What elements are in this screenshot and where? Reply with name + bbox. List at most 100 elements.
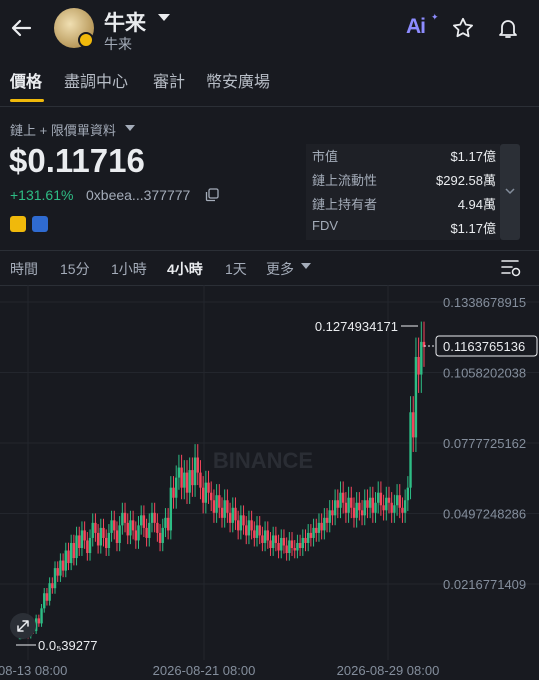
candle-body — [387, 497, 391, 503]
interval-15m[interactable]: 15分 — [60, 259, 90, 279]
candle-body — [207, 482, 210, 493]
chart-settings-icon[interactable] — [500, 258, 522, 278]
stats-panel: 市值 $1.17億 鏈上流動性 $292.58萬 鏈上持有者 4.94萬 FDV… — [306, 144, 500, 240]
candle-body — [371, 497, 375, 513]
candle-body — [96, 532, 100, 546]
candle-body — [412, 412, 415, 438]
interval-4h[interactable]: 4小時 — [167, 259, 203, 279]
candle-body — [266, 530, 269, 541]
candle-body — [355, 502, 358, 518]
title-dropdown-icon[interactable] — [158, 14, 170, 21]
candle-body — [43, 593, 46, 609]
candle-body — [331, 510, 334, 516]
candle-body — [188, 470, 191, 493]
candle-body — [409, 412, 412, 488]
stat-holders: 鏈上持有者 4.94萬 — [312, 194, 496, 216]
candle-body — [193, 457, 197, 486]
contract-address[interactable]: 0xbeea...377777 — [86, 187, 190, 203]
price-chart[interactable]: BINANCE 0.1338678915 0.1058202038 0.0777725… — [0, 285, 539, 680]
candle-body — [201, 487, 205, 503]
candle-body — [131, 520, 135, 531]
candle-body — [296, 542, 299, 551]
candle-body — [350, 497, 353, 508]
stat-liquidity: 鏈上流動性 $292.58萬 — [312, 170, 496, 192]
stats-expand-button[interactable] — [500, 144, 520, 240]
chevron-down-icon[interactable] — [125, 125, 135, 131]
candle-body — [417, 356, 420, 375]
candle-body — [67, 550, 70, 564]
candle-body — [140, 515, 143, 526]
chevron-down-icon[interactable] — [301, 263, 311, 269]
candle-body — [75, 535, 78, 559]
candle-body — [352, 507, 356, 518]
tab-price[interactable]: 價格 — [10, 68, 42, 92]
candle-body — [379, 492, 383, 506]
candle-body — [113, 520, 116, 531]
candle-body — [271, 535, 275, 548]
stat-label: 市值 — [312, 149, 339, 164]
candle-body — [45, 593, 49, 601]
interval-time[interactable]: 時間 — [10, 259, 38, 279]
candle-body — [104, 537, 108, 548]
candle-body — [191, 470, 194, 486]
interval-more[interactable]: 更多 — [266, 259, 294, 279]
candle-body — [134, 530, 138, 541]
stat-value: $292.58萬 — [436, 173, 496, 188]
tab-binance-square[interactable]: 幣安廣場 — [206, 68, 270, 92]
stat-market-cap: 市值 $1.17億 — [312, 146, 496, 168]
candle-body — [377, 492, 380, 503]
candle-body — [315, 527, 318, 533]
interval-1d[interactable]: 1天 — [225, 259, 247, 279]
binance-watermark: BINANCE — [213, 448, 313, 473]
candle-body — [126, 522, 129, 536]
back-arrow-icon[interactable] — [8, 14, 36, 42]
candle-body — [390, 502, 393, 513]
stat-label: 鏈上持有者 — [312, 197, 378, 212]
candle-body — [245, 525, 248, 536]
tab-audit[interactable]: 審計 — [153, 68, 185, 92]
token-title[interactable]: 牛来 — [104, 7, 146, 37]
ai-button[interactable]: Ai — [406, 15, 426, 39]
candle-body — [180, 467, 183, 488]
candle-body — [277, 542, 280, 551]
candle-body — [312, 527, 315, 538]
bell-alert-icon[interactable] — [496, 16, 520, 40]
expand-icon — [17, 620, 29, 632]
candle-body — [115, 530, 119, 543]
candle-body — [204, 482, 208, 503]
x-axis-label: 2026-08-29 08:00 — [337, 663, 440, 678]
candle-body — [301, 537, 304, 548]
candle-body — [226, 500, 229, 513]
interval-bar: 時間 15分 1小時 4小時 1天 更多 — [0, 250, 539, 286]
candle-body — [234, 507, 237, 521]
candle-body — [339, 492, 342, 508]
candle-body — [363, 500, 366, 516]
tab-due-diligence[interactable]: 盡調中心 — [64, 68, 128, 92]
copy-icon[interactable] — [205, 188, 219, 202]
candle-body — [102, 527, 105, 538]
candle-body — [358, 502, 361, 511]
candle-body — [158, 532, 162, 543]
candle-body — [344, 502, 348, 513]
candle-body — [110, 520, 113, 533]
data-source-selector[interactable]: 鏈上 + 限價單資料 — [10, 120, 116, 139]
candle-body — [263, 530, 267, 543]
stat-value: $1.17億 — [450, 149, 496, 164]
current-price: $0.11716 — [9, 142, 145, 179]
candle-body — [91, 522, 94, 538]
y-axis-label: 0.1058202038 — [443, 366, 526, 381]
candle-body — [223, 500, 226, 518]
candle-body — [323, 517, 326, 531]
candle-body — [129, 520, 132, 536]
favorite-star-icon[interactable] — [451, 16, 475, 40]
candle-body — [385, 497, 388, 511]
candle-body — [368, 497, 372, 508]
fullscreen-button[interactable] — [10, 613, 36, 639]
interval-1h[interactable]: 1小時 — [111, 259, 147, 279]
token-subtitle: 牛来 — [104, 36, 132, 52]
candle-body — [40, 608, 43, 624]
candle-body — [320, 522, 323, 531]
candle-body — [64, 550, 67, 571]
candle-body — [118, 525, 121, 543]
candle-body — [164, 517, 167, 528]
